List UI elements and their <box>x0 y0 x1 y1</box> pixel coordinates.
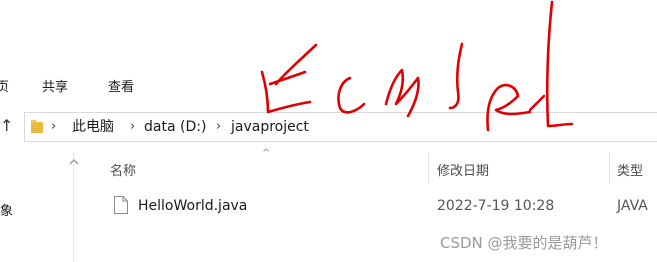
address-bar[interactable]: › 此电脑 › data (D:) › javaproject <box>24 112 657 142</box>
column-header-type[interactable]: 类型 <box>617 160 643 179</box>
address-bar-area: ↑ › 此电脑 › data (D:) › javaproject <box>0 104 657 148</box>
chevron-right-icon[interactable]: › <box>216 119 221 135</box>
ribbon-tab-view[interactable]: 查看 <box>108 76 134 95</box>
nav-item-label[interactable]: 象 <box>0 200 13 219</box>
breadcrumb-drive[interactable]: data (D:) <box>144 119 206 135</box>
csdn-watermark: CSDN @我要的是葫芦！ <box>440 234 608 252</box>
column-divider[interactable] <box>609 152 610 184</box>
file-type: JAVA <box>617 198 648 214</box>
file-icon <box>114 196 128 214</box>
chevron-right-icon[interactable]: › <box>130 119 135 135</box>
chevron-right-icon[interactable]: › <box>51 119 56 135</box>
ribbon-tab-home[interactable]: 页 <box>0 76 9 95</box>
breadcrumb-javaproject[interactable]: javaproject <box>231 119 309 135</box>
up-arrow-icon[interactable]: ↑ <box>0 116 16 136</box>
column-header-row: 名称 修改日期 类型 <box>0 148 657 186</box>
ribbon: 页 共享 查看 <box>0 0 657 100</box>
column-header-date[interactable]: 修改日期 <box>437 160 489 179</box>
breadcrumb-this-pc[interactable]: 此电脑 <box>72 119 114 135</box>
file-modified-date: 2022-7-19 10:28 <box>437 198 555 214</box>
folder-icon <box>31 120 43 133</box>
ribbon-tab-share[interactable]: 共享 <box>42 76 68 95</box>
file-name[interactable]: HelloWorld.java <box>138 198 247 214</box>
file-row[interactable]: HelloWorld.java 2022-7-19 10:28 JAVA <box>100 192 657 220</box>
column-header-name[interactable]: 名称 <box>110 160 136 179</box>
column-divider[interactable] <box>428 152 429 184</box>
